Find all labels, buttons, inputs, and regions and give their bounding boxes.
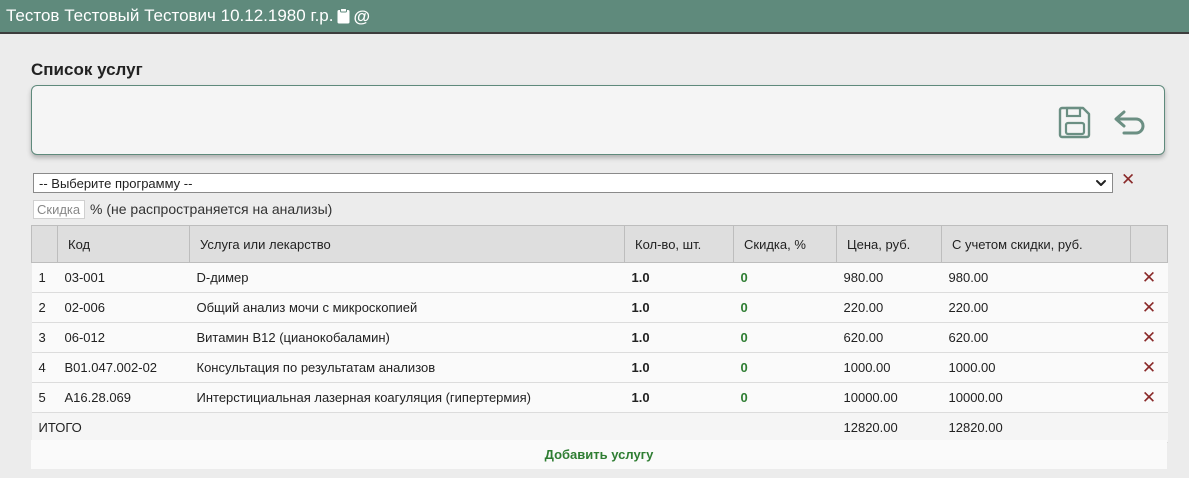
toolbar-panel bbox=[31, 85, 1165, 155]
discounted-price-cell: 1000.00 bbox=[941, 352, 1131, 383]
table-row[interactable]: 5 A16.28.069 Интерстициальная лазерная к… bbox=[31, 382, 1168, 413]
undo-icon[interactable] bbox=[1112, 106, 1148, 140]
price-cell: 1000.00 bbox=[836, 352, 942, 383]
discount-cell[interactable]: 0 bbox=[733, 322, 837, 353]
totals-discounted-price: 12820.00 bbox=[941, 412, 1131, 443]
price-cell: 980.00 bbox=[836, 262, 942, 293]
delete-row-icon[interactable]: ✕ bbox=[1130, 322, 1168, 353]
quantity-cell[interactable]: 1.0 bbox=[624, 262, 734, 293]
column-header-discount[interactable]: Скидка, % bbox=[733, 225, 837, 263]
row-number: 2 bbox=[31, 292, 58, 323]
patient-name: Тестов Тестовый Тестович 10.12.1980 г.р. bbox=[6, 6, 334, 25]
delete-row-icon[interactable]: ✕ bbox=[1130, 292, 1168, 323]
service-code: 03-001 bbox=[57, 262, 190, 293]
service-code: B01.047.002-02 bbox=[57, 352, 190, 383]
table-header-row: Код Услуга или лекарство Кол-во, шт. Ски… bbox=[31, 225, 1168, 263]
discount-cell[interactable]: 0 bbox=[733, 382, 837, 413]
email-icon[interactable]: @ bbox=[353, 8, 370, 25]
quantity-cell[interactable]: 1.0 bbox=[624, 322, 734, 353]
column-header-price[interactable]: Цена, руб. bbox=[836, 225, 942, 263]
discount-note: % (не распространяется на анализы) bbox=[90, 201, 333, 217]
discount-cell[interactable]: 0 bbox=[733, 352, 837, 383]
service-name: Витамин В12 (цианокобаламин) bbox=[189, 322, 625, 353]
add-service-button[interactable]: Добавить услугу bbox=[31, 440, 1167, 469]
program-select-value: -- Выберите программу -- bbox=[39, 175, 193, 191]
discount-input[interactable]: Скидка bbox=[33, 199, 85, 219]
column-header bbox=[1130, 225, 1168, 263]
row-number: 1 bbox=[31, 262, 58, 293]
discounted-price-cell: 220.00 bbox=[941, 292, 1131, 323]
service-name: D-димер bbox=[189, 262, 625, 293]
quantity-cell[interactable]: 1.0 bbox=[624, 382, 734, 413]
column-header-code[interactable]: Код bbox=[57, 225, 190, 263]
service-code: A16.28.069 bbox=[57, 382, 190, 413]
delete-row-icon[interactable]: ✕ bbox=[1130, 352, 1168, 383]
table-row[interactable]: 4 B01.047.002-02 Консультация по результ… bbox=[31, 352, 1168, 383]
top-bar: Тестов Тестовый Тестович 10.12.1980 г.р.… bbox=[0, 0, 1189, 34]
row-number: 5 bbox=[31, 382, 58, 413]
chevron-down-icon bbox=[1095, 177, 1107, 192]
table-row[interactable]: 1 03-001 D-димер 1.0 0 980.00 980.00 ✕ bbox=[31, 262, 1168, 293]
service-code: 06-012 bbox=[57, 322, 190, 353]
service-name: Интерстициальная лазерная коагуляция (ги… bbox=[189, 382, 625, 413]
delete-row-icon[interactable]: ✕ bbox=[1130, 382, 1168, 413]
totals-empty-cell bbox=[1130, 412, 1168, 443]
service-name: Консультация по результатам анализов bbox=[189, 352, 625, 383]
page-title: Список услуг bbox=[31, 60, 143, 79]
delete-row-icon[interactable]: ✕ bbox=[1130, 262, 1168, 293]
save-icon[interactable] bbox=[1058, 104, 1092, 140]
totals-label: ИТОГО bbox=[31, 412, 837, 443]
price-cell: 220.00 bbox=[836, 292, 942, 323]
discounted-price-cell: 10000.00 bbox=[941, 382, 1131, 413]
row-number: 3 bbox=[31, 322, 58, 353]
service-name: Общий анализ мочи с микроскопией bbox=[189, 292, 625, 323]
discount-row: Скидка % (не распространяется на анализы… bbox=[33, 199, 332, 219]
table-row[interactable]: 2 02-006 Общий анализ мочи с микроскопие… bbox=[31, 292, 1168, 323]
discount-cell[interactable]: 0 bbox=[733, 292, 837, 323]
discount-cell[interactable]: 0 bbox=[733, 262, 837, 293]
totals-row: ИТОГО 12820.00 12820.00 bbox=[31, 412, 1168, 443]
service-code: 02-006 bbox=[57, 292, 190, 323]
program-select[interactable]: -- Выберите программу -- bbox=[33, 173, 1113, 193]
row-number: 4 bbox=[31, 352, 58, 383]
clear-program-button[interactable]: ✕ bbox=[1121, 170, 1135, 190]
column-header-service[interactable]: Услуга или лекарство bbox=[189, 225, 625, 263]
clipboard-icon[interactable] bbox=[337, 8, 350, 24]
column-header-qty[interactable]: Кол-во, шт. bbox=[624, 225, 734, 263]
quantity-cell[interactable]: 1.0 bbox=[624, 352, 734, 383]
services-table: Код Услуга или лекарство Кол-во, шт. Ски… bbox=[31, 225, 1168, 443]
table-row[interactable]: 3 06-012 Витамин В12 (цианокобаламин) 1.… bbox=[31, 322, 1168, 353]
column-header bbox=[31, 225, 58, 263]
price-cell: 620.00 bbox=[836, 322, 942, 353]
price-cell: 10000.00 bbox=[836, 382, 942, 413]
discounted-price-cell: 620.00 bbox=[941, 322, 1131, 353]
quantity-cell[interactable]: 1.0 bbox=[624, 292, 734, 323]
totals-price: 12820.00 bbox=[836, 412, 942, 443]
column-header-total[interactable]: С учетом скидки, руб. bbox=[941, 225, 1131, 263]
discounted-price-cell: 980.00 bbox=[941, 262, 1131, 293]
